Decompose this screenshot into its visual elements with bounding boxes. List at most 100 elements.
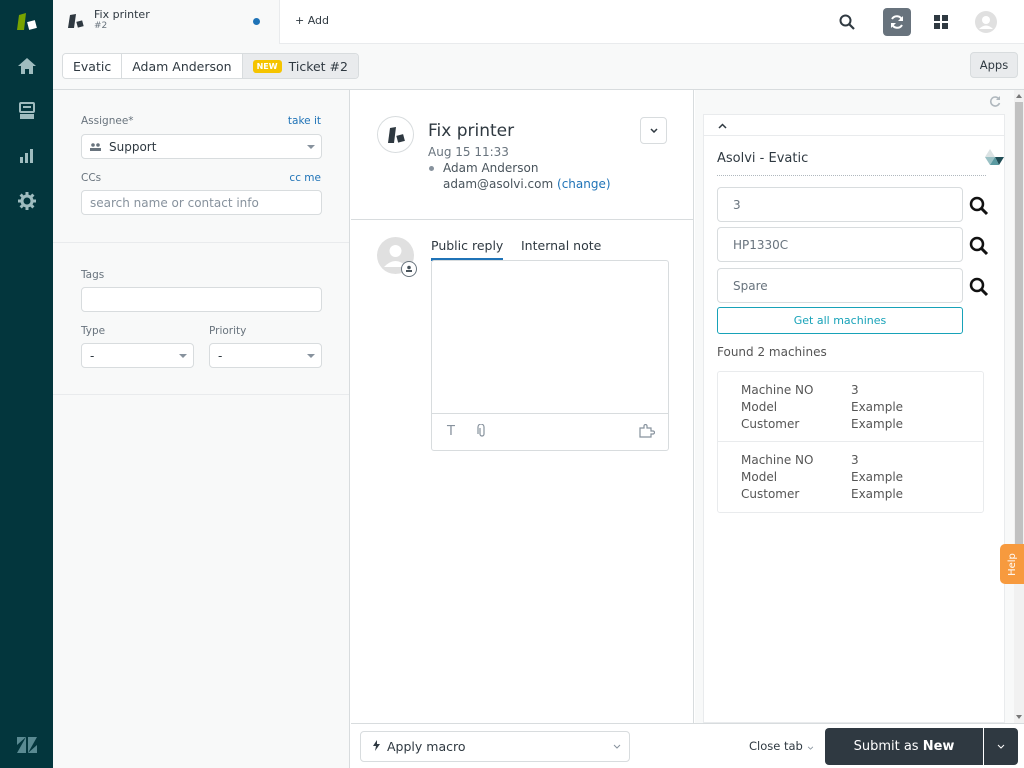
submit-button[interactable]: Submit as New xyxy=(825,728,983,765)
scrollbar-thumb[interactable] xyxy=(1015,102,1023,582)
machine-label: Model xyxy=(741,400,778,414)
home-icon[interactable] xyxy=(0,46,53,86)
priority-select[interactable]: - xyxy=(209,343,322,368)
submit-status: New xyxy=(922,739,955,754)
machine-label: Customer xyxy=(741,417,800,431)
apply-macro-select[interactable]: Apply macro xyxy=(360,731,630,762)
help-button[interactable]: Help xyxy=(1000,544,1024,584)
top-bar: Fix printer #2 + Add xyxy=(53,0,1024,44)
breadcrumb-label: Ticket #2 xyxy=(288,58,348,74)
zendesk-logo-icon[interactable] xyxy=(0,725,53,765)
reload-apps-icon[interactable] xyxy=(989,95,1001,111)
help-label: Help xyxy=(1006,552,1018,576)
requester-email: adam@asolvi.com xyxy=(443,177,554,191)
machine-list: Machine NO 3 Model Example Customer Example… xyxy=(717,371,984,513)
unsaved-indicator xyxy=(253,18,260,25)
apps-panel: Asolvi - Evatic 3 HP1330C Spare Get all … xyxy=(695,90,1024,723)
submit-options-button[interactable] xyxy=(984,728,1018,765)
machine-value: 3 xyxy=(851,453,859,467)
apps-scrollbar[interactable] xyxy=(1014,90,1024,723)
chevron-down-icon xyxy=(307,354,315,358)
evatic-logo-icon xyxy=(982,149,1004,171)
input-value: HP1330C xyxy=(733,237,789,252)
input-value: Spare xyxy=(733,278,768,293)
requester-name[interactable]: Adam Anderson xyxy=(443,161,538,175)
breadcrumb-requester[interactable]: Adam Anderson xyxy=(122,54,243,78)
scroll-down-icon[interactable] xyxy=(1016,715,1022,719)
reporting-icon[interactable] xyxy=(0,136,53,176)
ticket-tab[interactable]: Fix printer #2 xyxy=(53,0,280,44)
ticket-properties-panel: Assignee* take it Support CCs cc me sear… xyxy=(53,90,350,768)
apps-button[interactable]: Apps xyxy=(970,52,1018,78)
get-all-machines-button[interactable]: Get all machines xyxy=(717,307,963,334)
machine-item[interactable]: Machine NO 3 Model Example Customer Example xyxy=(718,372,983,442)
breadcrumb-ticket[interactable]: NEW Ticket #2 xyxy=(242,54,358,78)
machine-value: Example xyxy=(851,487,904,501)
user-avatar[interactable] xyxy=(972,8,1000,36)
plus-icon: + xyxy=(295,14,308,27)
chevron-down-icon xyxy=(307,145,315,149)
machine-item[interactable]: Machine NO 3 Model Example Customer Example xyxy=(718,442,983,512)
change-requester-link[interactable]: (change) xyxy=(557,177,611,191)
search-customer-icon[interactable] xyxy=(968,276,990,298)
attachment-icon[interactable] xyxy=(477,423,487,442)
model-input[interactable]: HP1330C xyxy=(717,227,963,262)
breadcrumb-label: Adam Anderson xyxy=(132,58,232,74)
type-select[interactable]: - xyxy=(81,343,194,368)
machine-label: Machine NO xyxy=(741,453,814,467)
assignee-value: Support xyxy=(109,139,157,154)
assignee-select[interactable]: Support xyxy=(81,134,322,159)
group-icon xyxy=(90,140,101,154)
scroll-up-icon[interactable] xyxy=(1016,94,1022,98)
cc-me-link[interactable]: cc me xyxy=(289,172,321,184)
type-value: - xyxy=(90,348,95,363)
chevron-down-icon xyxy=(649,128,658,133)
reply-editor[interactable]: T xyxy=(431,260,669,451)
submit-prefix: Submit as xyxy=(853,739,923,754)
requester-bullet xyxy=(429,166,434,171)
machine-value: 3 xyxy=(851,383,859,397)
apps-grid-icon[interactable] xyxy=(927,8,955,36)
main-nav xyxy=(0,0,53,768)
ticket-logo-icon xyxy=(67,13,85,33)
chevron-down-icon xyxy=(179,354,187,358)
machine-number-input[interactable]: 3 xyxy=(717,187,963,222)
views-icon[interactable] xyxy=(0,91,53,131)
machine-value: Example xyxy=(851,470,904,484)
ccs-label: CCs xyxy=(81,172,102,184)
breadcrumb-bar: Evatic Adam Anderson NEW Ticket #2 Apps xyxy=(53,44,1024,90)
text-format-icon[interactable]: T xyxy=(447,424,455,439)
take-it-link[interactable]: take it xyxy=(288,115,321,127)
apps-puzzle-icon[interactable] xyxy=(639,423,656,442)
input-value: 3 xyxy=(733,197,741,212)
add-label: Add xyxy=(307,14,330,27)
customer-input[interactable]: Spare xyxy=(717,268,963,303)
search-icon[interactable] xyxy=(833,8,861,36)
priority-label: Priority xyxy=(209,325,247,337)
app-title: Asolvi - Evatic xyxy=(717,151,809,166)
breadcrumb: Evatic Adam Anderson NEW Ticket #2 xyxy=(62,53,359,79)
ticket-tab-title: Fix printer xyxy=(94,8,150,21)
ticket-options-button[interactable] xyxy=(640,117,667,144)
chevron-down-icon xyxy=(613,744,621,749)
tab-internal-note[interactable]: Internal note xyxy=(521,238,601,253)
divider xyxy=(351,219,693,220)
type-label: Type xyxy=(81,325,106,337)
search-machine-number-icon[interactable] xyxy=(968,195,990,217)
tags-label: Tags xyxy=(81,269,105,281)
close-tab-button[interactable]: Close tab xyxy=(749,739,814,753)
ticket-title: Fix printer xyxy=(428,121,515,141)
search-model-icon[interactable] xyxy=(968,235,990,257)
tab-public-reply[interactable]: Public reply xyxy=(431,238,504,261)
lightning-icon xyxy=(373,739,380,754)
admin-gear-icon[interactable] xyxy=(0,181,53,221)
add-tab-button[interactable]: + Add xyxy=(295,14,329,27)
divider xyxy=(704,135,1004,136)
product-logo-icon[interactable] xyxy=(0,2,53,42)
collapse-app-icon[interactable] xyxy=(718,118,727,133)
breadcrumb-label: Evatic xyxy=(73,58,112,74)
refresh-conversations-icon[interactable] xyxy=(883,8,911,36)
breadcrumb-organization[interactable]: Evatic xyxy=(63,54,123,78)
tags-input[interactable] xyxy=(81,287,322,312)
ccs-input[interactable]: search name or contact info xyxy=(81,190,322,215)
